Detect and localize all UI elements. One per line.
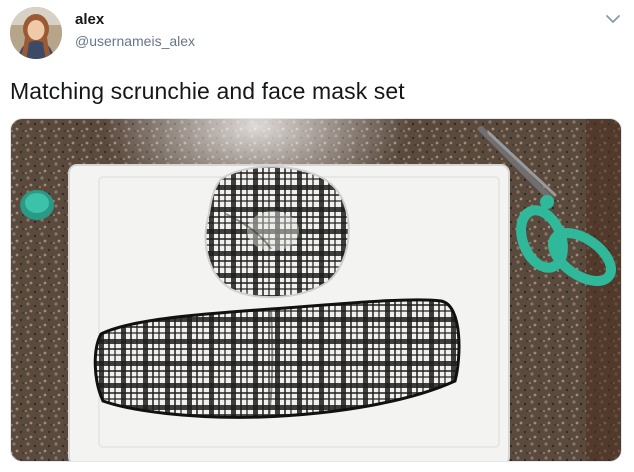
display-name[interactable]: alex xyxy=(75,11,104,28)
photo-scrunchie-mask xyxy=(11,119,621,461)
avatar[interactable] xyxy=(10,7,62,59)
tweet-text: Matching scrunchie and face mask set xyxy=(10,78,405,104)
tweet-photo[interactable] xyxy=(10,118,622,462)
chevron-down-icon[interactable] xyxy=(604,12,622,26)
tweet-card: alex @usernameis_alex Matching scrunchie… xyxy=(0,0,634,472)
avatar-image xyxy=(10,7,62,59)
user-handle[interactable]: @usernameis_alex xyxy=(75,33,195,49)
